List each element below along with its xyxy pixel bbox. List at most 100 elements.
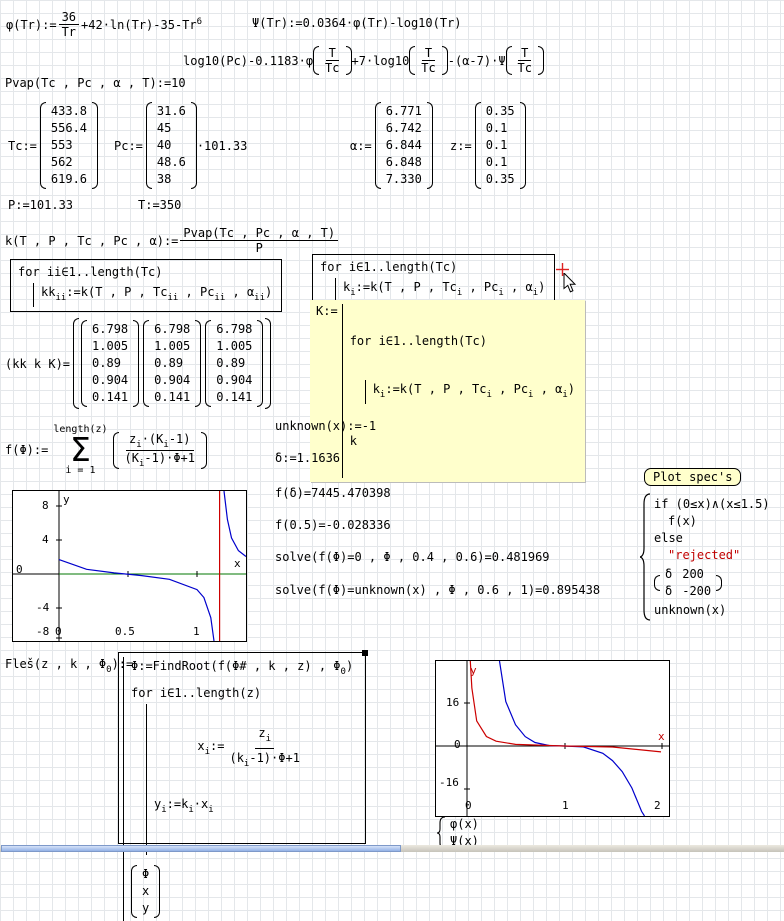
list-value: 619.6 <box>51 171 87 188</box>
vector-Tc[interactable]: Tc:= 433.8556.4553562619.6 <box>8 100 98 191</box>
right-paren <box>257 320 263 407</box>
matrix-label: (kk k K)= <box>5 357 70 371</box>
fraction: zi·(Ki-1) (Ki-1)·Φ+1 <box>122 432 198 469</box>
list-value: 6.848 <box>386 154 422 171</box>
formula-k-def[interactable]: k(T , P , Tc , Pc , α):= Pvap(Tc , Pc , … <box>5 226 340 255</box>
else-line: else <box>654 530 770 547</box>
formula-pvap-def[interactable]: Pvap(Tc , Pc , α , T):=10 <box>5 76 186 90</box>
definition-T[interactable]: T:=350 <box>138 198 181 212</box>
fles-program-block[interactable]: Φ:=FindRoot(f(Φ# , k , z) , Φ0) for i∈1.… <box>118 652 366 844</box>
formula-psi-def[interactable]: Ψ(Tr):=0.0364·φ(Tr)-log10(Tr) <box>252 16 462 30</box>
result-solve-2[interactable]: solve(f(Φ)=unknown(x) , Φ , 0.6 , 1)=0.8… <box>275 583 600 597</box>
program: for i∈1..length(Tc) ki:=k(T , P , Tci , … <box>342 304 575 478</box>
math-text: φ(Tr):= <box>6 18 57 32</box>
fraction: zi (ki-1)·Φ+1 <box>226 724 302 773</box>
vector-Pc[interactable]: Pc:= 31.6454048.638 ·101.33 <box>114 100 247 191</box>
K-program-block[interactable]: K:= for i∈1..length(Tc) ki:=k(T , P , Tc… <box>310 300 585 482</box>
right-paren <box>427 102 433 189</box>
math-text: +7·log10 <box>352 54 410 68</box>
left-paren <box>143 320 149 407</box>
left-plot-f[interactable]: y x 8 4 -4 -8 0 0 0.5 1 <box>12 490 247 642</box>
vector-z[interactable]: z:= 0.350.10.10.10.35 <box>450 100 526 191</box>
for-line: for ii∈1..length(Tc) <box>18 263 272 281</box>
math-text: δ:=1.1636 <box>275 451 340 465</box>
vector-values: 6.7981.0050.890.9040.141 <box>150 320 194 407</box>
math-text: f(Φ):= <box>5 443 48 457</box>
fraction-numerator: T <box>326 46 339 61</box>
return-line: k <box>350 432 575 450</box>
fraction-denominator: (Ki-1)·Φ+1 <box>122 451 198 469</box>
y-tick-label: -8 <box>36 625 49 638</box>
list-value: 6.798 <box>92 321 128 338</box>
right-paren <box>154 865 160 918</box>
loop-body: kkii:=k(T , P , Tcii , Pcii , αii) <box>33 283 272 307</box>
plot-specs-title-box[interactable]: Plot spec's <box>644 468 741 486</box>
fraction-numerator: zi <box>255 724 274 749</box>
fraction-denominator: Tr <box>59 25 79 39</box>
right-plot-phi-psi[interactable]: y x 16 0 -16 0 1 2 <box>435 660 670 817</box>
fles-lhs[interactable]: Fleš(z , k , Φ0):= <box>5 657 133 675</box>
vector-values: 6.7981.0050.890.9040.141 <box>212 320 256 407</box>
y-axis-label: y <box>470 664 477 677</box>
fraction-denominator: Tc <box>515 61 535 75</box>
math-text: +42·ln(Tr)-35-Tr6 <box>81 17 202 32</box>
x-tick-label: 1 <box>562 799 569 812</box>
sum-lower-limit: i = 1 <box>65 465 95 476</box>
list-value: 0.904 <box>216 372 252 389</box>
delta-range-matrix: δ 200 δ -200 <box>654 566 770 600</box>
list-value: 31.6 <box>157 103 186 120</box>
list-value: 0.89 <box>154 355 183 372</box>
vector-values: 433.8556.4553562619.6 <box>47 102 91 189</box>
list-value: 48.6 <box>157 154 186 171</box>
list-value: 0.141 <box>216 389 252 406</box>
paren-group: TTc <box>409 46 447 75</box>
selection-handle[interactable] <box>362 650 368 656</box>
formula-f-def[interactable]: f(Φ):= length(z) Σ i = 1 zi·(Ki-1) (Ki-1… <box>5 424 207 476</box>
plot-canvas <box>13 491 246 641</box>
fraction: 36 Tr <box>59 10 79 39</box>
for-loop-kk-block[interactable]: for ii∈1..length(Tc) kkii:=k(T , P , Tci… <box>10 259 282 312</box>
math-text: log10(Pc)-0.1183·φ <box>183 54 313 68</box>
math-text: T:=350 <box>138 198 181 212</box>
formula-phi-def[interactable]: φ(Tr):= 36 Tr +42·ln(Tr)-35-Tr6 <box>6 10 202 39</box>
pvap-exponent[interactable]: log10(Pc)-0.1183·φ TTc +7·log10 TTc -(α-… <box>183 46 544 75</box>
list-value: 0.1 <box>486 120 508 137</box>
math-text: P:=101.33 <box>8 198 73 212</box>
matrix-cell: δ <box>665 566 672 583</box>
math-text: -(α-7)·Ψ <box>448 54 506 68</box>
vector: 0.350.10.10.10.35 <box>475 102 526 189</box>
list-value: 0.141 <box>92 389 128 406</box>
definition-delta[interactable]: δ:=1.1636 <box>275 451 340 465</box>
result-solve-1[interactable]: solve(f(Φ)=0 , Φ , 0.4 , 0.6)=0.481969 <box>275 550 550 564</box>
list-value: 0.35 <box>486 103 515 120</box>
list-value: 7.330 <box>386 171 422 188</box>
origin-tick-label: 0 <box>16 563 23 576</box>
plot-specs-program[interactable]: if (0≤x)∧(x≤1.5) f(x) else "rejected" δ … <box>640 492 770 622</box>
matrix-cell: δ <box>665 583 672 600</box>
left-paren <box>313 46 319 75</box>
right-paren <box>520 102 526 189</box>
fraction: Pvap(Tc , Pc , α , T) P <box>180 226 338 255</box>
list-value: 6.742 <box>386 120 422 137</box>
result-f-half[interactable]: f(0.5)=-0.028336 <box>275 518 391 532</box>
definition-P[interactable]: P:=101.33 <box>8 198 73 212</box>
math-text: Pvap(Tc , Pc , α , T):=10 <box>5 76 186 90</box>
matrix-result-kkK[interactable]: (kk k K)= 6.7981.0050.890.9040.141 6.798… <box>5 316 271 411</box>
list-value: 562 <box>51 154 73 171</box>
list-value: 1.005 <box>216 338 252 355</box>
right-paren <box>716 575 722 591</box>
definition-unknown[interactable]: unknown(x):=-1 <box>275 419 376 433</box>
scrollbar-thumb[interactable] <box>1 845 401 852</box>
program: Φ:=FindRoot(f(Φ# , k , z) , Φ0) for i∈1.… <box>123 657 365 921</box>
vector: 31.6454048.638 <box>146 102 197 189</box>
result-f-delta[interactable]: f(δ)=7445.470398 <box>275 486 391 500</box>
list-value: 6.844 <box>386 137 422 154</box>
for-line: for i∈1..length(z) <box>131 684 365 702</box>
left-paren <box>131 865 137 918</box>
y-tick-label: -4 <box>36 601 49 614</box>
list-value: 6.798 <box>154 321 190 338</box>
vector-alpha[interactable]: α:= 6.7716.7426.8446.8487.330 <box>350 100 433 191</box>
x-tick-label: 1 <box>193 625 200 638</box>
summation: length(z) Σ i = 1 <box>53 424 107 476</box>
horizontal-scrollbar[interactable] <box>0 845 784 852</box>
